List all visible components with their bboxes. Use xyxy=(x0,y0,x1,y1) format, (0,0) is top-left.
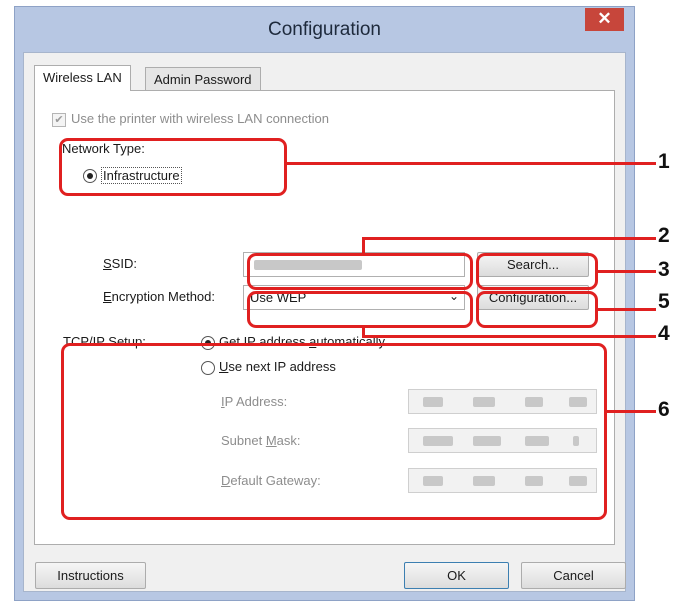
search-highlight xyxy=(476,253,598,290)
callout-6: 6 xyxy=(658,398,670,421)
callout-3: 3 xyxy=(658,258,670,281)
use-printer-label: Use the printer with wireless LAN connec… xyxy=(71,111,329,126)
window-title: Configuration xyxy=(267,19,382,40)
callout-3-line xyxy=(597,270,656,273)
ssid-label: SSID: xyxy=(103,256,137,271)
use-printer-checkbox[interactable]: ✔ xyxy=(52,113,66,127)
title-bar[interactable]: Configuration ✕ xyxy=(15,7,634,52)
tab-admin-password[interactable]: Admin Password xyxy=(145,67,261,90)
tcpip-highlight xyxy=(61,343,607,520)
configuration-highlight xyxy=(476,291,598,328)
callout-2-vline xyxy=(362,238,365,254)
callout-2-line xyxy=(362,237,656,240)
callout-1-line xyxy=(286,162,656,165)
tab-wireless-lan[interactable]: Wireless LAN xyxy=(34,65,131,91)
ssid-highlight xyxy=(247,253,473,290)
instructions-button[interactable]: Instructions xyxy=(35,562,146,589)
encryption-highlight xyxy=(247,291,473,328)
callout-4: 4 xyxy=(658,322,670,345)
callout-5: 5 xyxy=(658,290,670,313)
callout-6-line xyxy=(606,410,656,413)
close-icon: ✕ xyxy=(597,9,612,28)
callout-1: 1 xyxy=(658,150,670,173)
callout-2: 2 xyxy=(658,224,670,247)
ok-button[interactable]: OK xyxy=(404,562,509,589)
encryption-method-label: Encryption Method: xyxy=(103,289,216,304)
cancel-button[interactable]: Cancel xyxy=(521,562,626,589)
close-button[interactable]: ✕ xyxy=(585,8,624,31)
callout-5-line xyxy=(597,308,656,311)
network-type-highlight xyxy=(59,138,287,196)
callout-4-line xyxy=(362,335,656,338)
